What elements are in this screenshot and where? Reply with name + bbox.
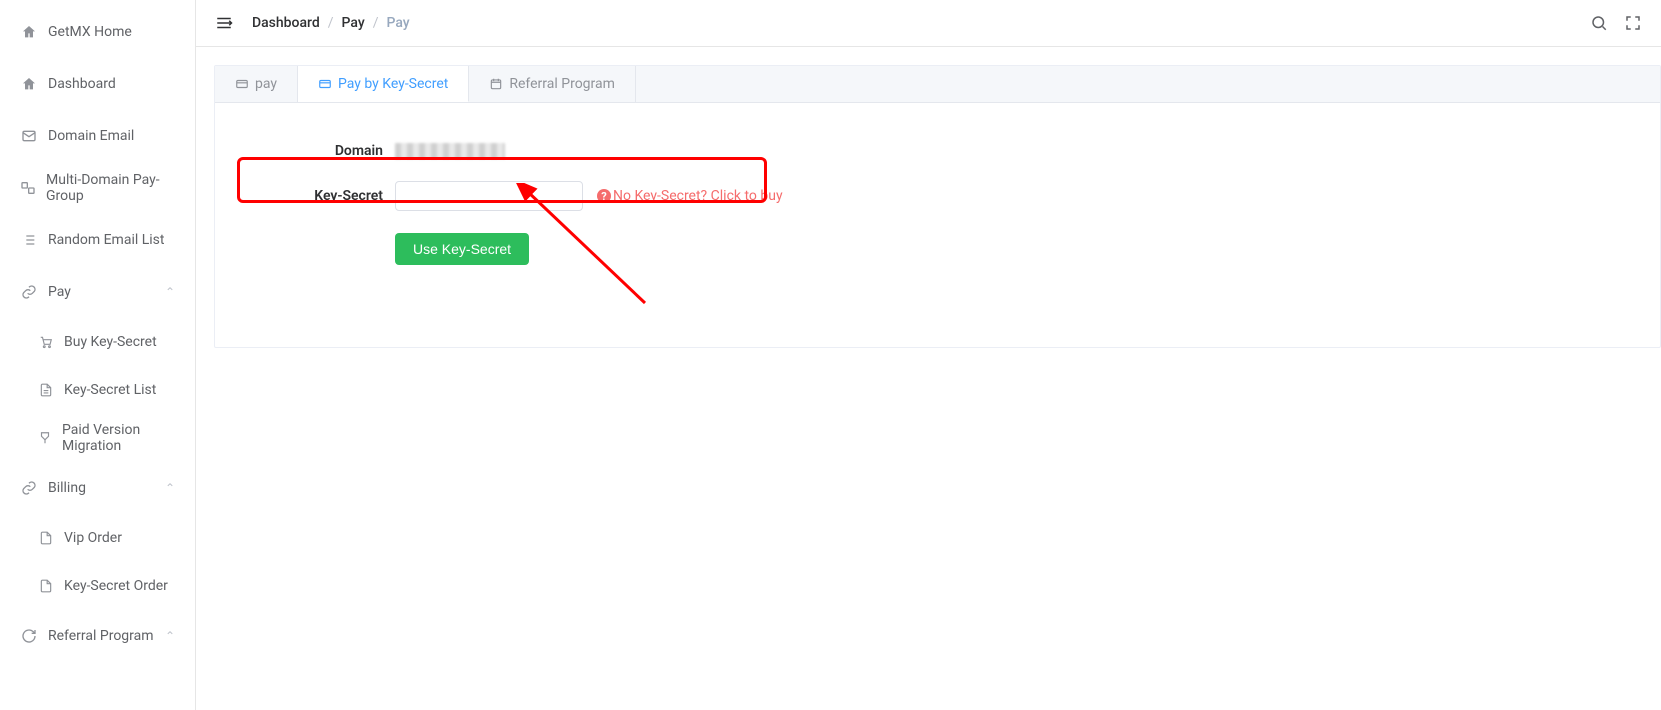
sidebar-item-label: Random Email List (48, 232, 164, 248)
search-button[interactable] (1589, 13, 1609, 33)
form-row-domain: Domain (275, 143, 1600, 159)
sidebar-item-label: Referral Program (48, 628, 154, 644)
breadcrumb-item-current: Pay (386, 15, 409, 31)
calendar-icon (489, 77, 503, 91)
no-key-secret-link[interactable]: ? No Key-Secret? Click to buy (597, 188, 783, 204)
key-secret-input[interactable] (395, 181, 583, 211)
sidebar-item-label: Multi-Domain Pay-Group (46, 172, 175, 204)
sidebar-item-domain-email[interactable]: Domain Email (0, 110, 195, 162)
chevron-up-icon: ⌃ (165, 629, 175, 643)
document-icon (38, 530, 54, 546)
menu-toggle-button[interactable] (214, 13, 234, 33)
fullscreen-button[interactable] (1623, 13, 1643, 33)
sidebar-item-label: Dashboard (48, 76, 116, 92)
sidebar-item-label: Billing (48, 480, 86, 496)
question-icon: ? (597, 189, 611, 203)
link-icon (20, 283, 38, 301)
chevron-up-icon: ⌃ (165, 285, 175, 299)
main-card: pay Pay by Key-Secret Referral Program (214, 65, 1661, 348)
sidebar-billing-submenu: Vip Order Key-Secret Order (0, 514, 195, 610)
sidebar-item-vip-order[interactable]: Vip Order (0, 514, 195, 562)
home-icon (20, 23, 38, 41)
tab-referral-program[interactable]: Referral Program (469, 66, 636, 102)
sidebar-item-multi-domain[interactable]: Multi-Domain Pay-Group (0, 162, 195, 214)
domain-value-redacted (395, 143, 505, 159)
chevron-up-icon: ⌃ (165, 481, 175, 495)
card-icon (235, 77, 249, 91)
migrate-icon (38, 430, 52, 446)
home-icon (20, 75, 38, 93)
topbar: Dashboard / Pay / Pay (196, 0, 1661, 47)
sidebar-item-random-email[interactable]: Random Email List (0, 214, 195, 266)
tab-pay[interactable]: pay (215, 66, 298, 102)
tab-label: Pay by Key-Secret (338, 76, 448, 92)
sidebar-pay-submenu: Buy Key-Secret Key-Secret List Paid Vers… (0, 318, 195, 462)
cart-icon (38, 334, 54, 350)
mail-icon (20, 127, 38, 145)
sidebar-item-billing[interactable]: Billing ⌃ (0, 462, 195, 514)
link-icon (20, 479, 38, 497)
breadcrumb-separator: / (373, 15, 379, 31)
sidebar-item-referral[interactable]: Referral Program ⌃ (0, 610, 195, 662)
hint-text: No Key-Secret? Click to buy (613, 188, 783, 204)
tab-pay-by-key-secret[interactable]: Pay by Key-Secret (298, 66, 469, 102)
document-icon (38, 578, 54, 594)
sidebar-item-label: GetMX Home (48, 24, 132, 40)
sidebar-item-paid-migration[interactable]: Paid Version Migration (0, 414, 195, 462)
sidebar-item-label: Vip Order (64, 530, 122, 546)
breadcrumb: Dashboard / Pay / Pay (252, 15, 410, 31)
use-key-secret-button[interactable]: Use Key-Secret (395, 233, 529, 265)
sidebar-item-label: Key-Secret List (64, 382, 156, 398)
tabs: pay Pay by Key-Secret Referral Program (215, 66, 1660, 103)
breadcrumb-item[interactable]: Dashboard (252, 15, 320, 31)
domain-label: Domain (275, 143, 395, 159)
breadcrumb-item[interactable]: Pay (342, 15, 365, 31)
sidebar-item-label: Domain Email (48, 128, 134, 144)
form-area: Domain Key-Secret ? No Key-Secret? Click… (215, 103, 1660, 347)
form-row-key-secret: Key-Secret ? No Key-Secret? Click to buy (275, 181, 1600, 211)
sidebar-item-key-secret-list[interactable]: Key-Secret List (0, 366, 195, 414)
breadcrumb-separator: / (328, 15, 334, 31)
tab-label: pay (255, 76, 277, 92)
sidebar-item-label: Buy Key-Secret (64, 334, 157, 350)
card-icon (318, 77, 332, 91)
sidebar-item-dashboard[interactable]: Dashboard (0, 58, 195, 110)
tab-label: Referral Program (509, 76, 615, 92)
key-secret-label: Key-Secret (275, 188, 395, 204)
refresh-icon (20, 627, 38, 645)
sidebar: GetMX Home Dashboard Domain Email Multi-… (0, 0, 196, 710)
document-icon (38, 382, 54, 398)
sidebar-item-home[interactable]: GetMX Home (0, 6, 195, 58)
group-icon (20, 179, 36, 197)
sidebar-item-key-secret-order[interactable]: Key-Secret Order (0, 562, 195, 610)
sidebar-item-label: Pay (48, 284, 71, 300)
sidebar-item-label: Paid Version Migration (62, 422, 175, 454)
list-icon (20, 231, 38, 249)
sidebar-item-label: Key-Secret Order (64, 578, 168, 594)
sidebar-item-pay[interactable]: Pay ⌃ (0, 266, 195, 318)
form-row-submit: Use Key-Secret (275, 233, 1600, 265)
sidebar-item-buy-key-secret[interactable]: Buy Key-Secret (0, 318, 195, 366)
